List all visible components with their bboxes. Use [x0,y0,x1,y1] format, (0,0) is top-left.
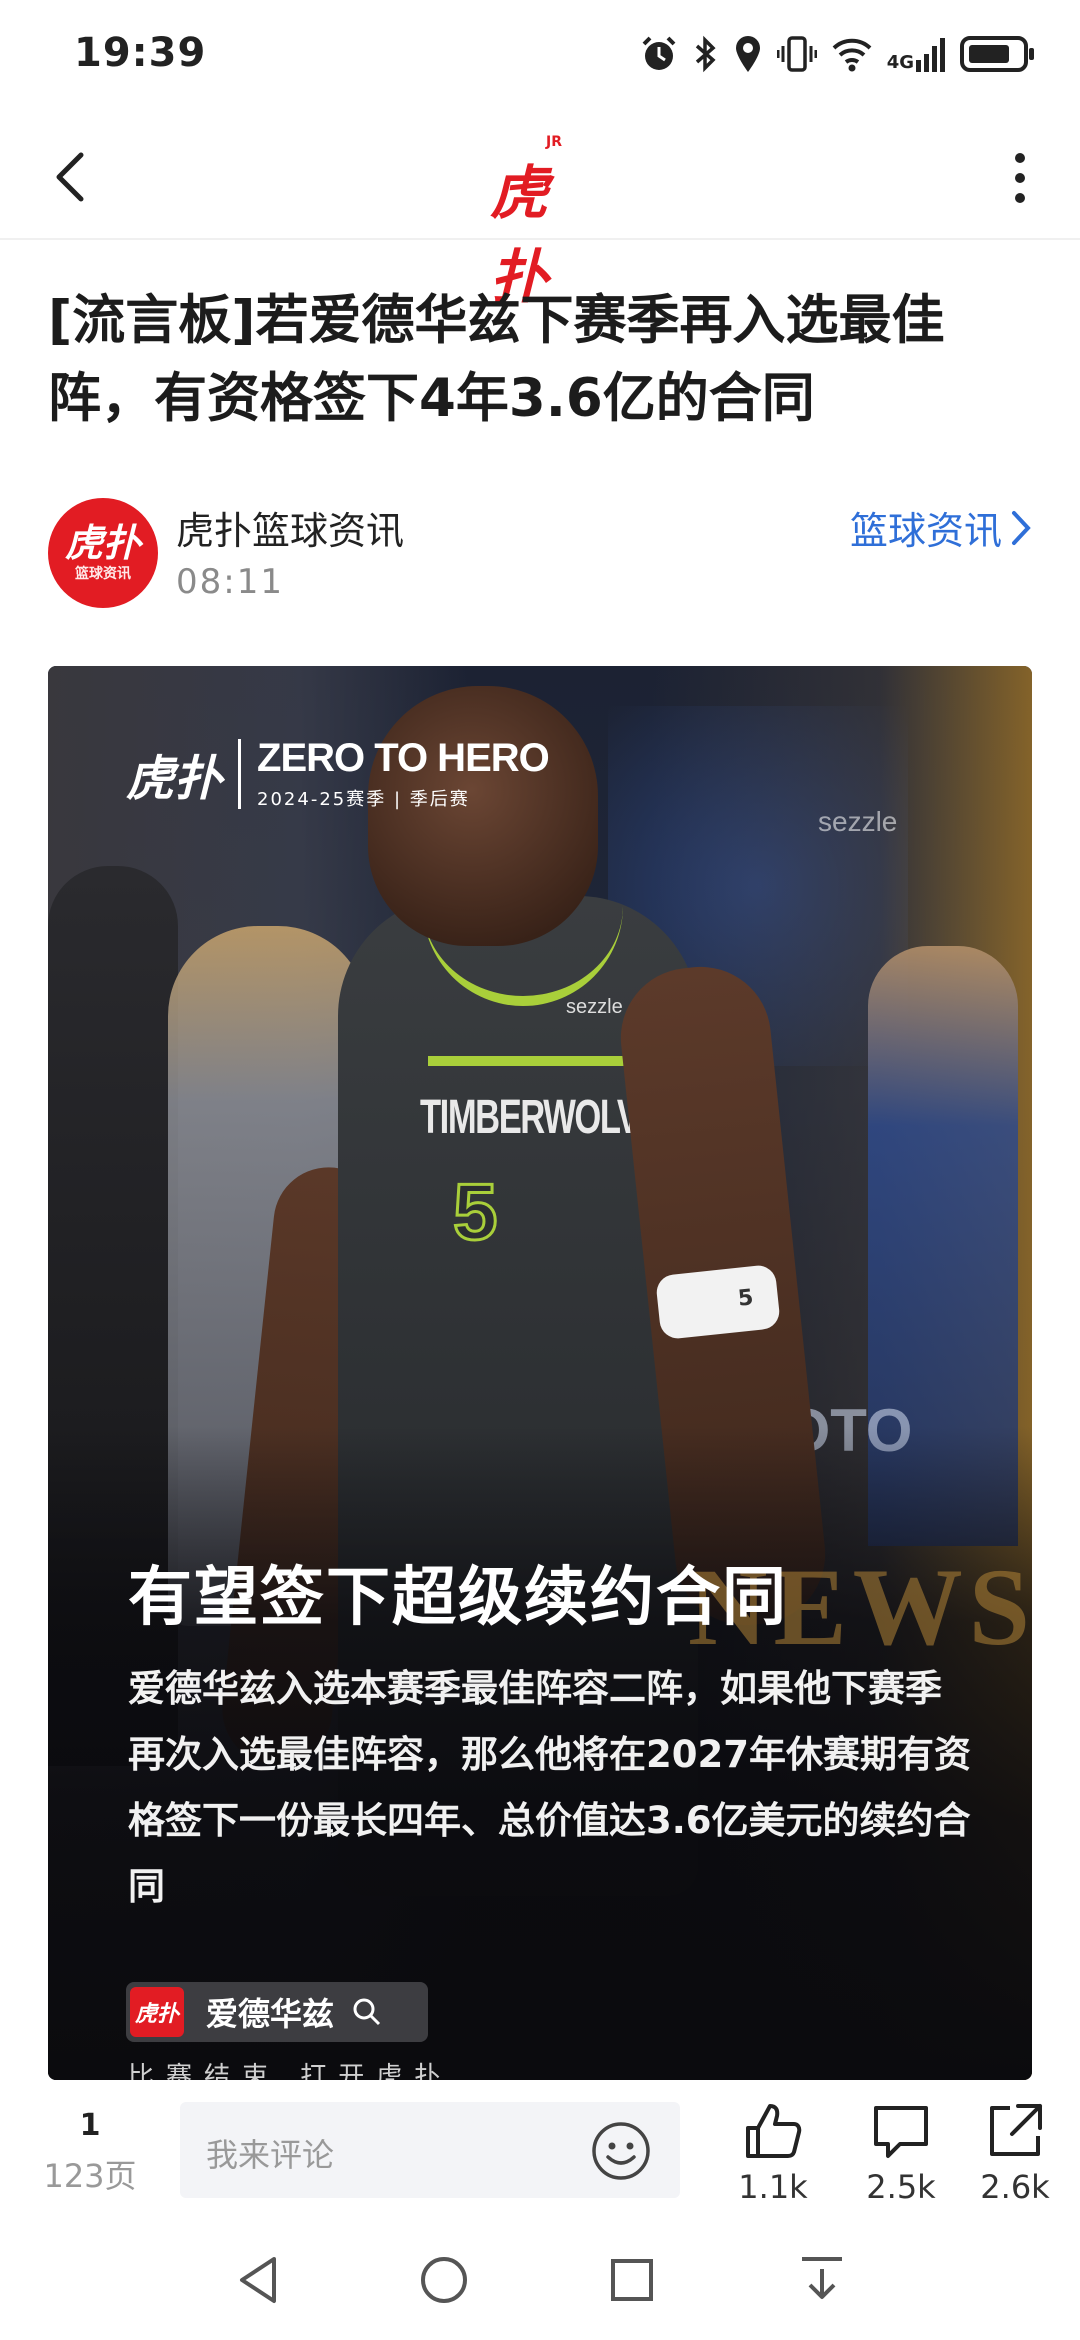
vibrate-icon [776,36,817,72]
image-brand-subtitle: 2024-25赛季 | 季后赛 [257,789,470,810]
jersey-stripe [428,1056,628,1066]
page-total: 123页 [43,2157,137,2195]
back-triangle-icon [240,2257,276,2303]
system-back-button[interactable] [228,2250,288,2310]
battery-icon [960,36,1034,72]
search-icon [353,1998,381,2026]
article-image[interactable]: sezzle TOTO sezzle TIMBERWOLVES 5 5 NEWS… [48,666,1032,2080]
page-current: 1 [79,2108,101,2143]
player-head [368,686,598,946]
pill-search-text: 爱德华兹 [206,1995,335,2033]
notification-pulldown-icon [802,2257,842,2299]
image-search-pill: 虎扑 爱德华兹 [126,1982,428,2042]
author-avatar[interactable]: 虎扑 篮球资讯 [48,498,158,608]
system-home-button[interactable] [414,2250,474,2310]
avatar-logo-text: 虎扑 [64,521,141,565]
share-icon [990,2104,1042,2156]
share-count: 2.6k [980,2168,1050,2206]
wifi-icon [832,38,872,72]
status-icons: 4G [639,34,1036,74]
page-indicator[interactable]: 1 123页 [40,2108,140,2197]
pill-logo: 虎扑 [130,1987,184,2037]
comment-placeholder: 我来评论 [206,2136,335,2174]
brand-text: ZERO TO HERO 2024-25赛季 | 季后赛 [257,736,550,811]
comment-bubble-icon [874,2106,928,2158]
author-name[interactable]: 虎扑篮球资讯 [176,500,404,555]
status-bar: 19:39 4G [0,0,1080,118]
system-notification-button[interactable] [792,2250,852,2310]
chevron-right-icon [1012,510,1031,545]
location-icon [735,36,760,72]
avatar-sub-text: 篮球资讯 [75,566,131,582]
image-brand-strip: 虎扑 ZERO TO HERO 2024-25赛季 | 季后赛 [126,736,550,811]
thumbs-up-icon [746,2104,802,2158]
armband-number: 5 [736,1285,755,1312]
player-armband [654,1263,782,1341]
jersey-number: 5 [452,1166,499,1258]
home-circle-icon [421,2257,467,2303]
category-label: 篮球资讯 [849,509,1002,553]
network-type-label: 4G [886,52,914,73]
jersey-sponsor: sezzle [566,996,623,1018]
recents-square-icon [611,2259,653,2301]
image-body-text: 爱德华兹入选本赛季最佳阵容二阵，如果他下赛季再次入选最佳阵容，那么他将在2027… [128,1667,971,1908]
system-recents-button[interactable] [602,2250,662,2310]
more-options-button[interactable] [990,140,1050,216]
bluetooth-icon [695,35,716,73]
more-icon [1015,153,1025,203]
alarm-icon [642,36,676,70]
like-button[interactable]: 1.1k [718,2100,828,2206]
bottom-action-bar: 1 123页 我来评论 1.1k 2.5k 2.6k [0,2080,1080,2220]
top-nav-bar: JR 虎扑 [0,118,1080,311]
comment-count: 2.5k [866,2168,936,2206]
brand-divider [238,738,242,809]
signal-icon [916,38,945,72]
image-brand-logo: 虎扑 [126,750,223,807]
hupu-logo: JR 虎扑 [490,134,590,311]
back-icon [56,152,84,202]
system-navigation-bar [0,2220,1080,2340]
image-brand-title: ZERO TO HERO [257,736,550,780]
article-title: [流言板]若爱德华兹下赛季再入选最佳阵，有资格签下4年3.6亿的合同 [48,290,945,429]
image-headline: 有望签下超级续约合同 [128,1561,788,1635]
back-button[interactable] [36,142,106,212]
arena-sponsor-logo: sezzle [818,806,898,837]
share-button[interactable]: 2.6k [960,2100,1070,2206]
author-row: 虎扑 篮球资讯 虎扑篮球资讯 08:11 篮球资讯 [48,494,1032,614]
comment-button[interactable]: 2.5k [846,2100,956,2206]
image-caption: 比赛结束 打开虎扑 [128,2062,453,2080]
category-link[interactable]: 篮球资讯 [850,500,1032,555]
comment-input[interactable]: 我来评论 [180,2102,680,2198]
like-count: 1.1k [738,2168,808,2206]
status-time: 19:39 [74,30,207,76]
emoji-icon[interactable] [590,2120,652,2182]
post-time: 08:11 [176,562,284,602]
